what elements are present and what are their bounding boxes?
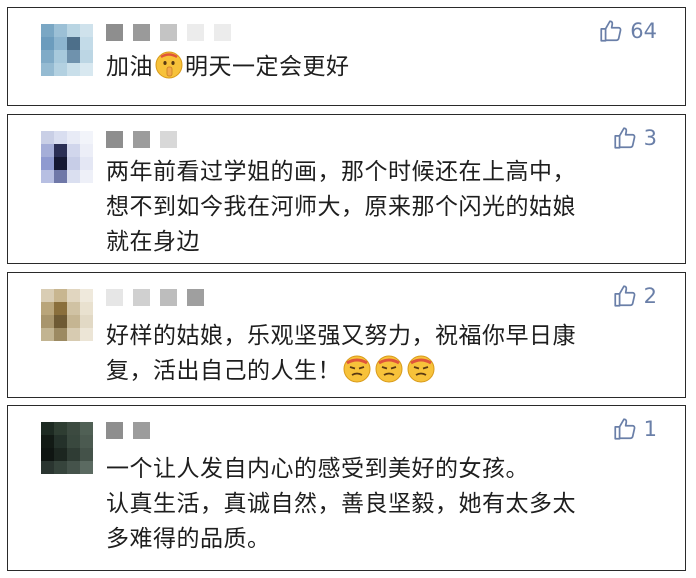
persevering-face-emoji	[375, 355, 403, 383]
username-masked[interactable]	[106, 422, 150, 439]
shushing-face-emoji	[155, 51, 183, 79]
comment-text: 一个让人发自内心的感受到美好的女孩。 认真生活，真诚自然，善良坚毅，她有太多太 …	[106, 452, 665, 557]
comment-line-text: 复，活出自己的人生！	[106, 358, 341, 384]
comment-line: 两年前看过学姐的画，那个时候还在上高中，	[106, 159, 576, 185]
persevering-face-emoji	[343, 355, 371, 383]
username-masked[interactable]	[106, 24, 231, 41]
thumbs-up-icon	[614, 418, 636, 440]
like-count: 3	[643, 126, 657, 150]
comment-line: 加油	[106, 54, 153, 80]
thumbs-up-icon	[614, 285, 636, 307]
username-masked[interactable]	[106, 131, 177, 148]
comment-card-3: 2 好样的姑娘，乐观坚强又努力，祝福你早日康 复，活出自己的人生！	[7, 272, 686, 398]
comment-line: 明天一定会更好	[185, 54, 350, 80]
comment-text: 好样的姑娘，乐观坚强又努力，祝福你早日康 复，活出自己的人生！	[106, 319, 665, 389]
comment-line: 复，活出自己的人生！	[106, 354, 665, 389]
persevering-face-emoji	[407, 355, 435, 383]
avatar[interactable]	[41, 289, 93, 341]
like-count: 2	[643, 284, 657, 308]
avatar[interactable]	[41, 131, 93, 183]
comment-line: 多难得的品质。	[106, 526, 271, 552]
comment-line: 就在身边	[106, 229, 200, 255]
thumbs-up-icon	[614, 127, 636, 149]
comment-line: 一个让人发自内心的感受到美好的女孩。	[106, 456, 529, 482]
avatar[interactable]	[41, 422, 93, 474]
like-count: 1	[643, 417, 657, 441]
comment-card-4: 1 一个让人发自内心的感受到美好的女孩。 认真生活，真诚自然，善良坚毅，她有太多…	[7, 405, 686, 571]
avatar[interactable]	[41, 24, 93, 76]
like-button[interactable]: 2	[612, 283, 657, 309]
comment-text: 加油 明天一定会更好	[106, 50, 665, 85]
comment-card-1: 64 加油 明天一定会更好	[7, 7, 686, 106]
like-button[interactable]: 64	[598, 18, 657, 44]
like-count: 64	[630, 19, 657, 43]
thumbs-up-icon	[600, 20, 622, 42]
comment-card-2: 3 两年前看过学姐的画，那个时候还在上高中， 想不到如今我在河师大，原来那个闪光…	[7, 114, 686, 264]
comment-line: 想不到如今我在河师大，原来那个闪光的姑娘	[106, 194, 576, 220]
comment-line: 好样的姑娘，乐观坚强又努力，祝福你早日康	[106, 323, 576, 349]
comment-line: 认真生活，真诚自然，善良坚毅，她有太多太	[106, 491, 576, 517]
username-masked[interactable]	[106, 289, 204, 306]
comment-text: 两年前看过学姐的画，那个时候还在上高中， 想不到如今我在河师大，原来那个闪光的姑…	[106, 155, 665, 260]
like-button[interactable]: 3	[612, 125, 657, 151]
like-button[interactable]: 1	[612, 416, 657, 442]
